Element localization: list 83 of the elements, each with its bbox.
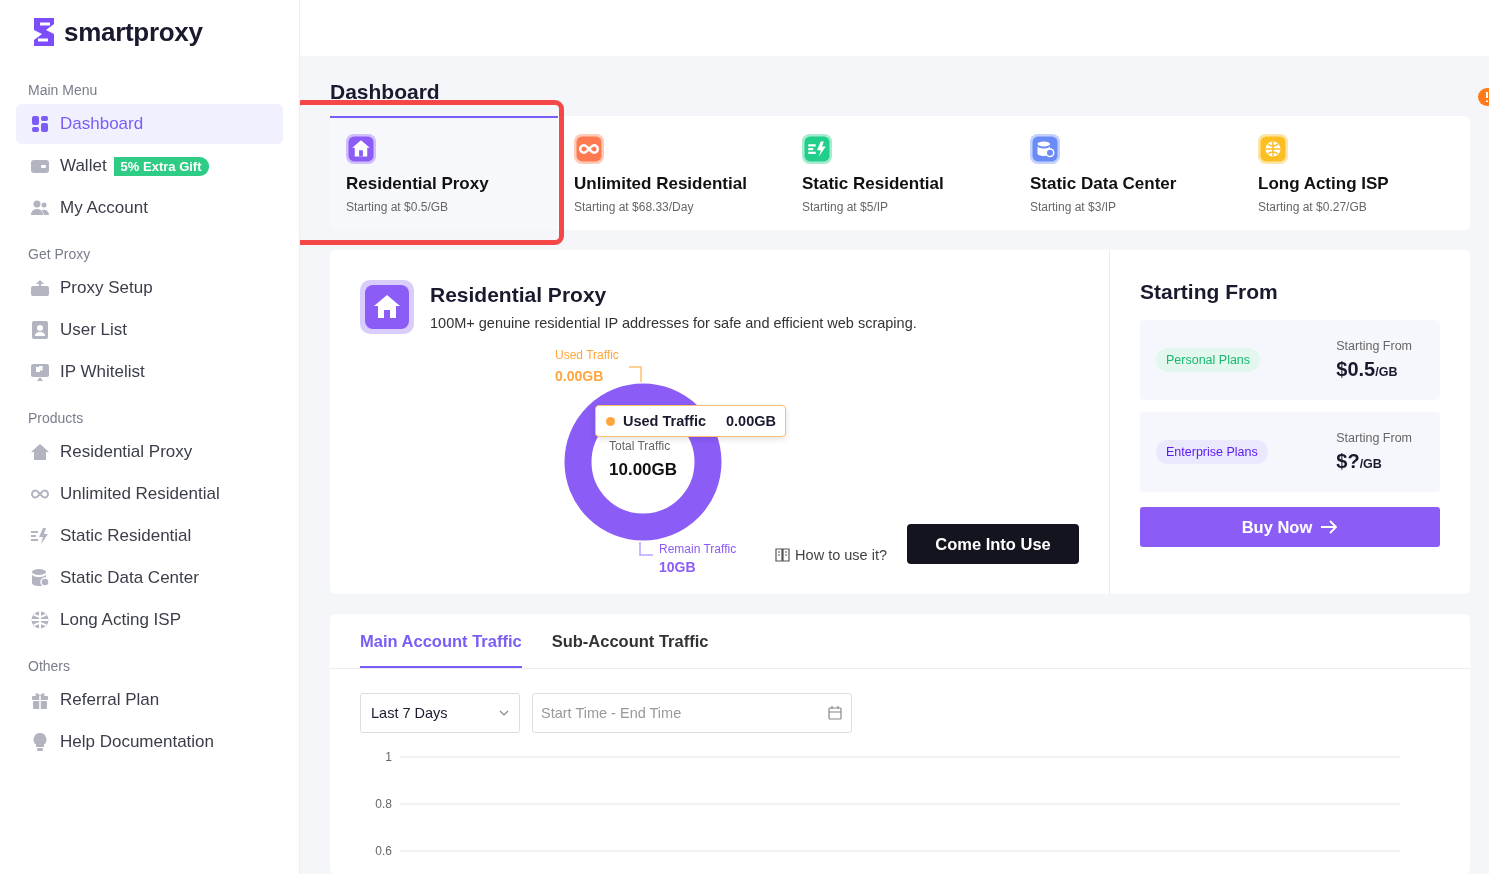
sidebar-item[interactable]: My Account [16, 188, 283, 228]
traffic-tab[interactable]: Sub-Account Traffic [551, 614, 709, 668]
chart-value: 10GB [659, 559, 696, 575]
sidebar-item[interactable]: Unlimited Residential [16, 474, 283, 514]
traffic-tab[interactable]: Main Account Traffic [360, 614, 522, 668]
price-value: $? [1336, 450, 1360, 472]
sidebar-item[interactable]: Referral Plan [16, 680, 283, 720]
product-name: Static Data Center [1030, 174, 1178, 194]
grid-icon [30, 114, 50, 134]
product-tab[interactable]: Unlimited Residential Starting at $68.33/Day [558, 116, 786, 230]
help-link[interactable]: How to use it? [795, 547, 887, 563]
product-tab[interactable]: Static Residential Starting at $5/IP [786, 116, 1014, 230]
upload-tray-icon [30, 278, 50, 298]
arrow-right-icon [1320, 520, 1339, 534]
product-description: 100M+ genuine residential IP addresses for safe and efficient web scraping. [430, 315, 917, 331]
chart-value: 0.00GB [555, 368, 604, 384]
center-value: 10.00GB [609, 460, 678, 480]
sidebar-item[interactable]: Static Residential [16, 516, 283, 556]
y-tick-label: 0.6 [375, 844, 392, 857]
product-name: Residential Proxy [346, 174, 490, 194]
lightbulb-icon [30, 732, 50, 752]
section-heading: Products [27, 409, 85, 428]
product-name: Long Acting ISP [1258, 174, 1390, 194]
product-price: Starting at $68.33/Day [574, 200, 695, 214]
chart-label: Remain Traffic [659, 542, 737, 556]
globe-icon [30, 610, 50, 630]
sidebar-item[interactable]: User List [16, 310, 283, 350]
plan-tag: Personal Plans [1156, 348, 1261, 372]
leader-line [629, 366, 643, 382]
tooltip-value: 0.00GB [726, 413, 776, 429]
section-heading: Get Proxy [27, 245, 92, 264]
price-label: Starting From [1336, 339, 1412, 353]
chart-label: Used Traffic [555, 348, 619, 362]
sidebar-item[interactable]: Static Data Center [16, 558, 283, 598]
sidebar-item[interactable]: IP Whitelist [16, 352, 283, 392]
product-tab[interactable]: Residential Proxy Starting at $0.5/GB [330, 116, 558, 230]
logo-text: smartproxy [64, 16, 203, 48]
ip-screen-icon [30, 362, 50, 382]
come-into-use-button[interactable]: Come Into Use [907, 524, 1079, 564]
sidebar-item[interactable]: Help Documentation [16, 722, 283, 762]
price-value: $0.5 [1336, 358, 1376, 380]
database-icon [30, 568, 50, 588]
product-tab[interactable]: Static Data Center Starting at $3/IP [1014, 116, 1242, 230]
page-title: Dashboard [330, 79, 441, 105]
sidebar-item[interactable]: Residential Proxy [16, 432, 283, 472]
section-heading: Main Menu [27, 81, 99, 100]
product-name: Unlimited Residential [574, 174, 748, 194]
chevron-down-icon [499, 710, 509, 716]
calendar-icon [828, 706, 842, 720]
tooltip-label: Used Traffic [623, 413, 706, 429]
date-range-field[interactable]: Start Time - End Time [532, 693, 852, 733]
contact-card-icon [30, 320, 50, 340]
product-tab[interactable]: Long Acting ISP Starting at $0.27/GB [1242, 116, 1470, 230]
bolt-lines-icon [30, 526, 50, 546]
sidebar-item[interactable]: Long Acting ISP [16, 600, 283, 640]
range-dropdown[interactable]: Last 7 Days [360, 693, 520, 733]
plan-tag: Enterprise Plans [1156, 440, 1268, 464]
price-unit: /GB [1359, 457, 1382, 471]
product-price: Starting at $0.5/GB [346, 200, 450, 214]
sidebar-item[interactable]: Dashboard [16, 104, 283, 144]
section-heading: Others [27, 657, 71, 676]
buy-now-button[interactable]: Buy Now [1140, 507, 1440, 547]
promo-badge: 5% Extra Gift [113, 156, 209, 176]
legend-dot [606, 416, 615, 426]
product-price: Starting at $0.27/GB [1258, 200, 1368, 214]
center-label: Total Traffic [609, 439, 671, 453]
book-icon [775, 548, 791, 562]
sidebar-item[interactable]: Proxy Setup [16, 268, 283, 308]
gift-icon [30, 690, 50, 710]
pricing-title: Starting From [1140, 280, 1279, 304]
price-unit: /GB [1375, 365, 1398, 379]
house-icon [360, 280, 414, 334]
users-icon [30, 198, 50, 218]
house-icon [30, 442, 50, 462]
product-price: Starting at $5/IP [802, 200, 890, 214]
y-tick-label: 0.8 [375, 797, 392, 811]
price-label: Starting From [1336, 431, 1412, 445]
product-name: Static Residential [802, 174, 945, 194]
sidebar-item[interactable]: Wallet 5% Extra Gift [16, 146, 283, 186]
product-price: Starting at $3/IP [1030, 200, 1118, 214]
product-title: Residential Proxy [430, 283, 608, 307]
y-tick-label: 1 [385, 750, 392, 764]
leader-line [639, 542, 653, 557]
